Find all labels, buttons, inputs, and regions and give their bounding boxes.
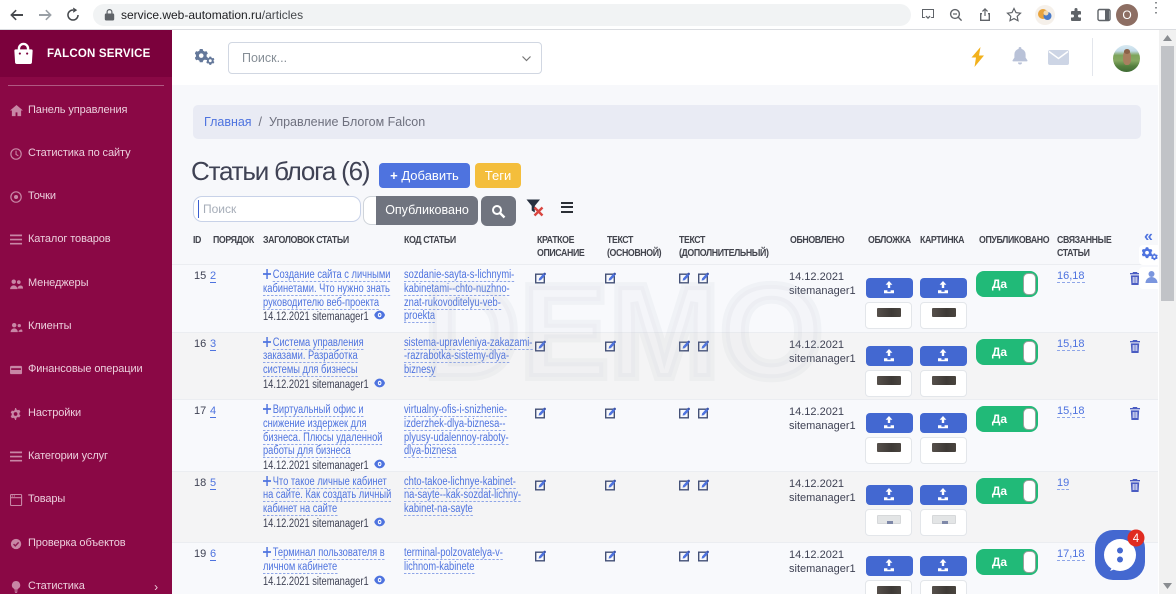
svg-text:4: 4 xyxy=(1133,533,1140,545)
